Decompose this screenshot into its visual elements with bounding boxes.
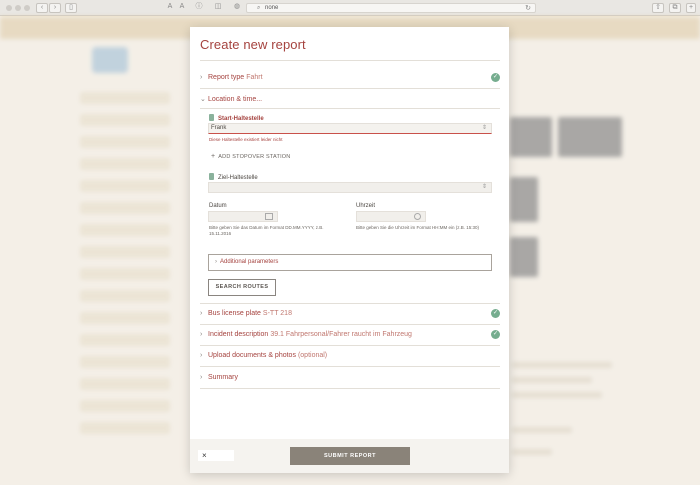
add-stopover-button[interactable]: + ADD STOPOVER STATION (211, 153, 290, 160)
chevron-right-icon: › (200, 310, 203, 317)
search-icon: ⌕ (257, 5, 261, 11)
modal-title: Create new report (200, 37, 306, 52)
start-stop-value: Frank (211, 125, 227, 131)
section-incident-description[interactable]: › Incident description 39.1 Fahrpersonal/F… (200, 329, 500, 341)
section-location-time[interactable]: ⌄ Location & time... (200, 94, 500, 106)
end-stop-label: Ziel-Haltestelle (209, 173, 258, 181)
modal-footer: × SUBMIT REPORT (190, 439, 509, 473)
check-icon: ✓ (491, 330, 500, 339)
info-icon[interactable]: ⓘ (193, 3, 205, 13)
divider (200, 366, 500, 367)
additional-parameters-label: Additional parameters (220, 259, 279, 265)
create-report-modal: Create new report › Report type Fahrt ✓ ⌄ L… (190, 27, 509, 473)
window-minimize-dot[interactable] (15, 5, 21, 11)
forward-button[interactable]: › (49, 3, 61, 13)
url-text: none (265, 5, 279, 11)
close-button[interactable]: × (198, 450, 234, 461)
section-label: Report type (208, 74, 245, 81)
back-button[interactable]: ‹ (36, 3, 48, 13)
plus-icon: + (211, 153, 216, 160)
section-value: S-TT 218 (262, 310, 292, 317)
section-label: Bus license plate (208, 310, 261, 317)
chevron-right-icon: › (200, 352, 203, 359)
add-stopover-label: ADD STOPOVER STATION (218, 154, 291, 160)
swap-icon[interactable]: ⇕ (482, 124, 487, 133)
start-stop-error: Diese Haltestelle existiert leider nicht (209, 137, 283, 142)
font-large-button[interactable]: A (176, 3, 188, 13)
time-label: Uhrzeit (356, 203, 376, 209)
chevron-down-icon: ⌄ (200, 96, 206, 103)
chevron-right-icon: › (200, 331, 203, 338)
clock-icon[interactable] (414, 213, 421, 220)
divider (200, 388, 500, 389)
calendar-icon[interactable] (265, 213, 273, 220)
window-close-dot[interactable] (6, 5, 12, 11)
section-upload-documents[interactable]: › Upload documents & photos (optional) (200, 350, 500, 362)
section-report-type[interactable]: › Report type Fahrt ✓ (200, 72, 500, 84)
date-label: Datum (209, 203, 227, 209)
sidebar-button[interactable]: ▯ (65, 3, 77, 13)
browser-toolbar: ‹ › ▯ A A ⓘ ◫ ◍ ⌕ none ↻ ⇧ ⧉ + (0, 0, 700, 16)
section-summary[interactable]: › Summary (200, 372, 500, 384)
section-label: Upload documents & photos (208, 352, 296, 359)
end-stop-input[interactable]: ⇕ (208, 182, 492, 193)
time-hint: Bitte geben Sie die Uhrzeit im Format HH… (356, 225, 480, 230)
share-button[interactable]: ⇧ (652, 3, 664, 13)
submit-report-button[interactable]: SUBMIT REPORT (290, 447, 410, 465)
divider (200, 324, 500, 325)
font-small-button[interactable]: A (164, 3, 176, 13)
check-icon: ✓ (491, 309, 500, 318)
section-value: 39.1 Fahrpersonal/Fahrer raucht im Fahrz… (270, 331, 412, 338)
date-input[interactable] (208, 211, 278, 222)
privacy-icon[interactable]: ◍ (231, 3, 243, 13)
swap-icon[interactable]: ⇕ (482, 183, 487, 192)
date-hint: Bitte geben Sie das Datum im Format DD.M… (209, 225, 324, 236)
section-label: Incident description (208, 331, 269, 338)
close-icon: × (202, 451, 207, 460)
section-value: (optional) (297, 352, 328, 359)
divider (200, 108, 500, 109)
time-input[interactable] (356, 211, 426, 222)
search-routes-button[interactable]: SEARCH ROUTES (208, 279, 276, 296)
divider (200, 345, 500, 346)
map-pin-icon (209, 114, 214, 121)
new-tab-button[interactable]: + (686, 3, 696, 13)
start-stop-label: Start-Haltestelle (209, 114, 264, 122)
section-bus-license-plate[interactable]: › Bus license plate S-TT 218 ✓ (200, 308, 500, 320)
chevron-right-icon: › (215, 259, 217, 265)
section-value: Fahrt (246, 74, 263, 81)
divider (200, 303, 500, 304)
map-pin-icon (209, 173, 214, 180)
divider (200, 88, 500, 89)
reader-icon[interactable]: ◫ (212, 3, 224, 13)
chevron-right-icon: › (200, 74, 203, 81)
divider (200, 60, 500, 61)
tabs-button[interactable]: ⧉ (669, 3, 681, 13)
additional-parameters-toggle[interactable]: › Additional parameters (208, 254, 492, 271)
check-icon: ✓ (491, 73, 500, 82)
section-label: Summary (208, 374, 238, 381)
section-label: Location & time... (208, 96, 263, 103)
window-zoom-dot[interactable] (24, 5, 30, 11)
chevron-right-icon: › (200, 374, 203, 381)
url-bar[interactable]: ⌕ none ↻ (246, 3, 536, 13)
start-stop-input[interactable]: Frank ⇕ (208, 123, 492, 134)
reload-icon[interactable]: ↻ (525, 4, 531, 13)
